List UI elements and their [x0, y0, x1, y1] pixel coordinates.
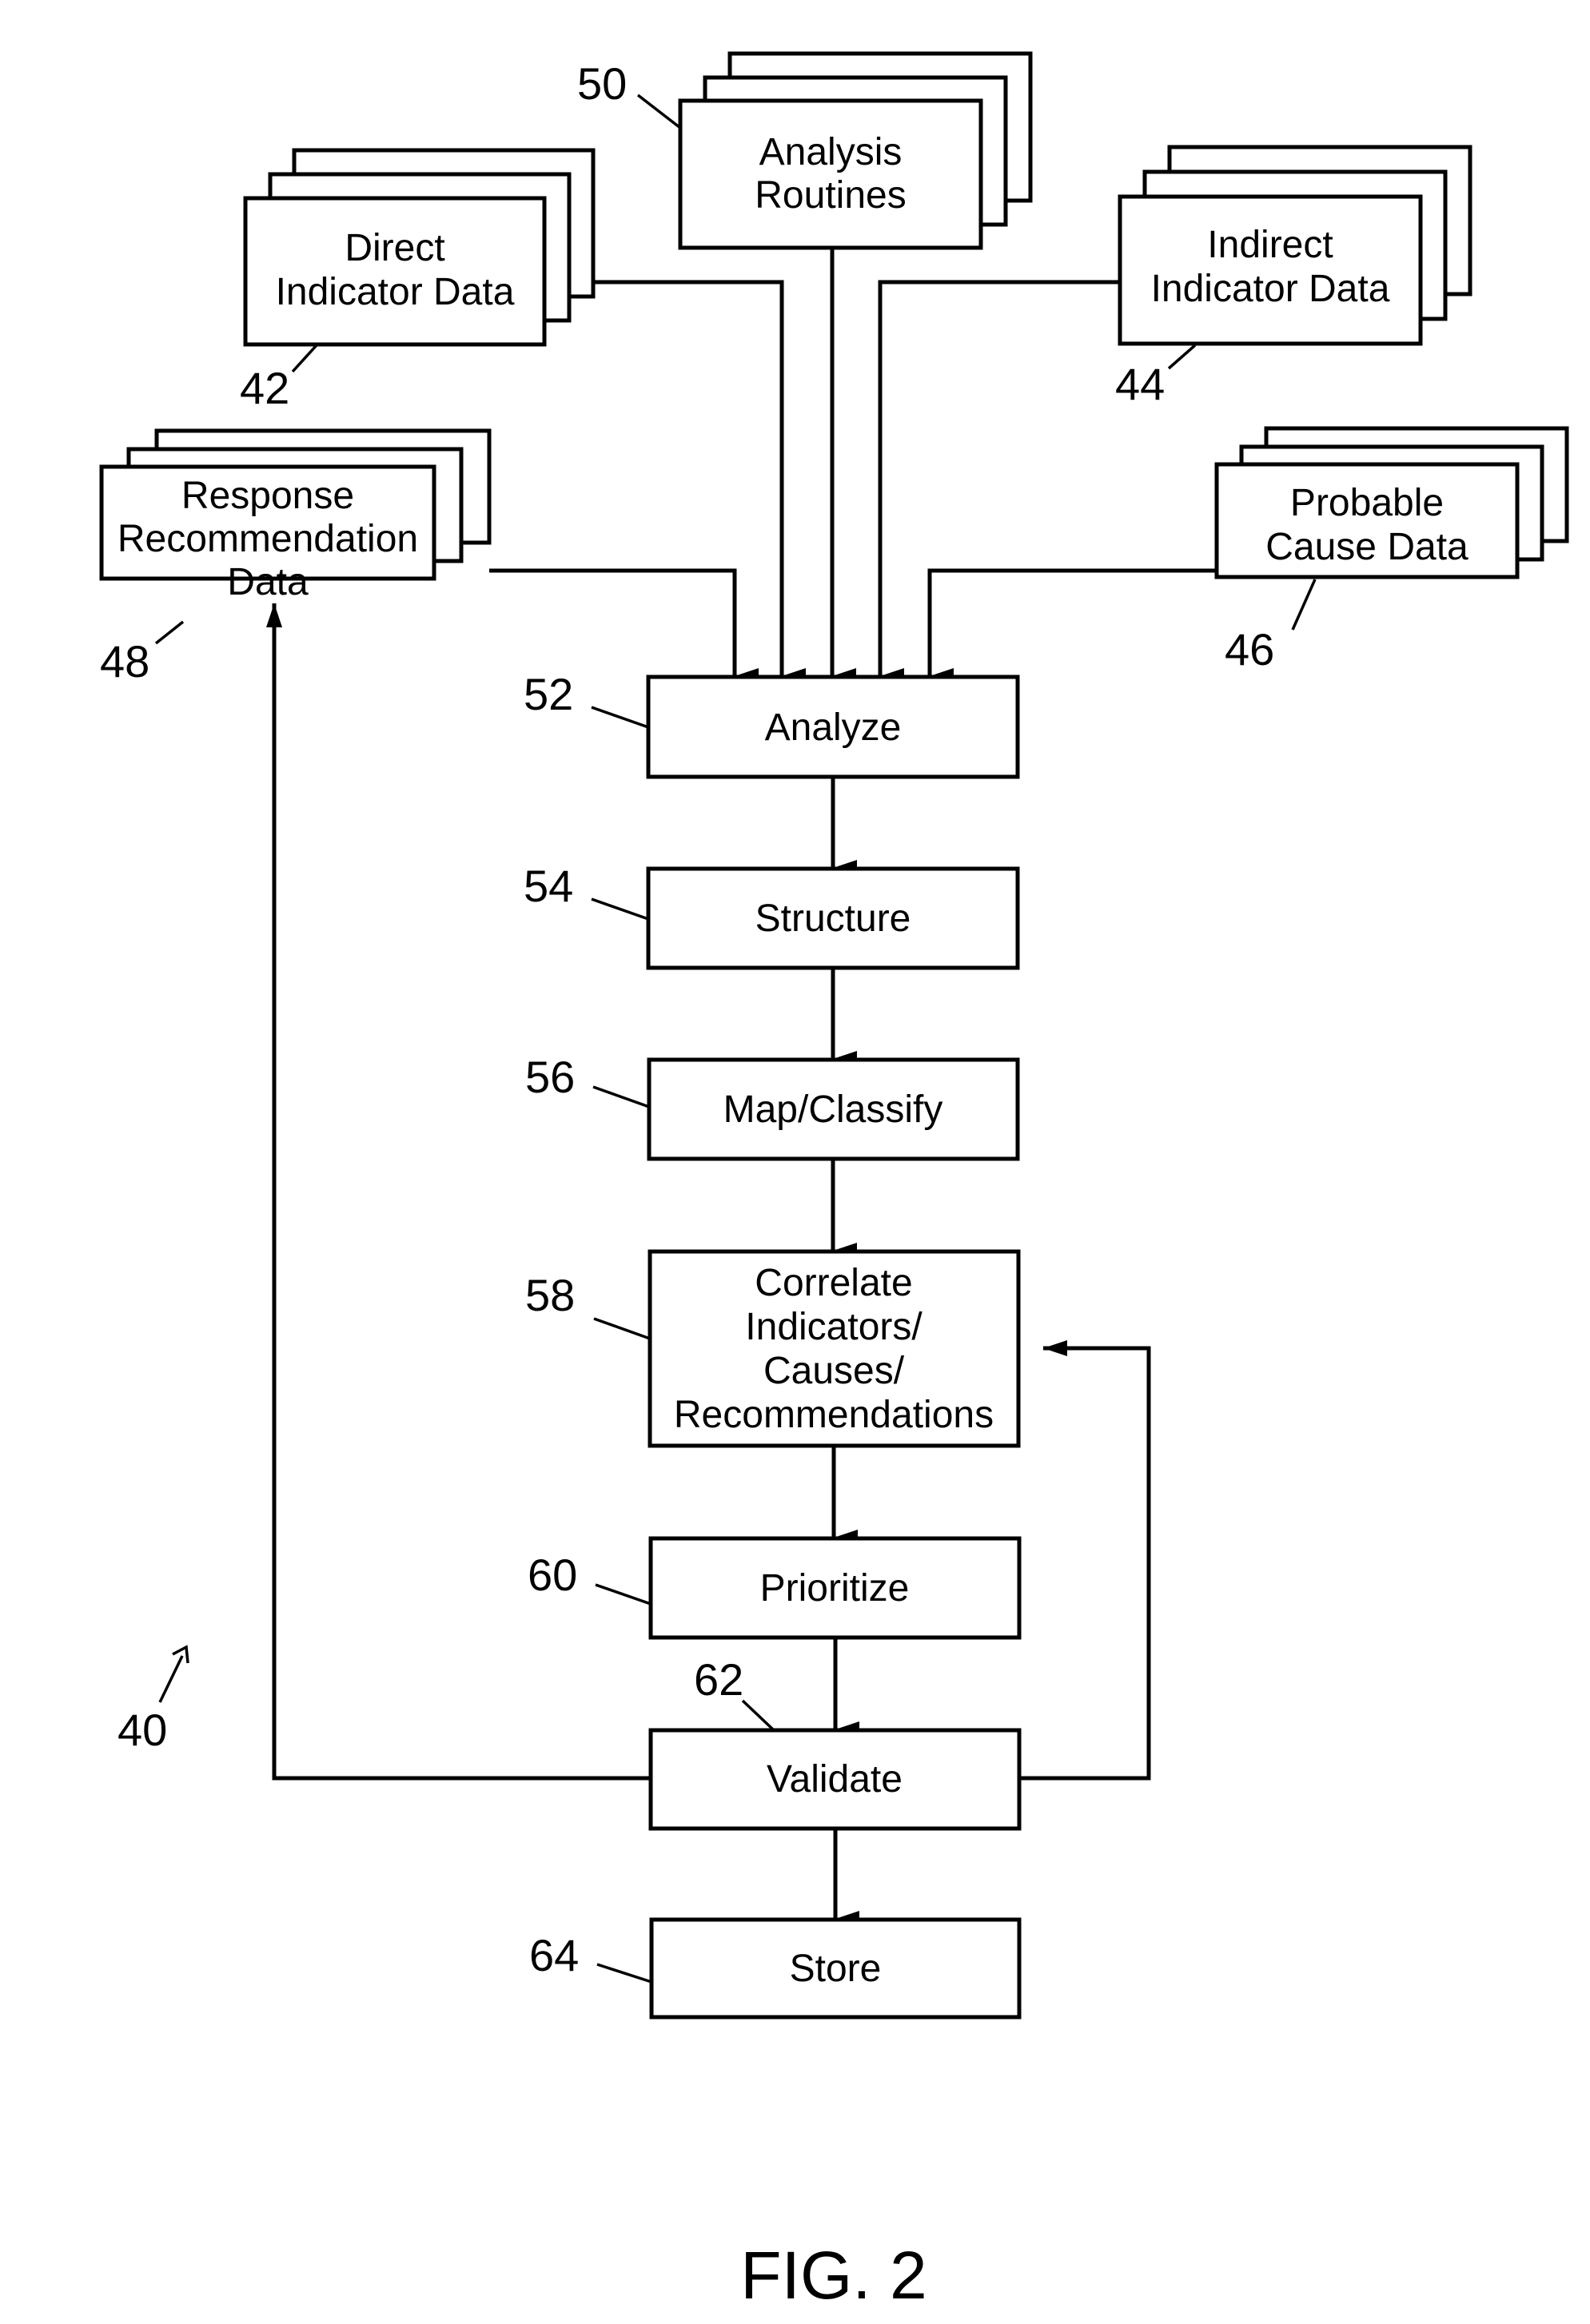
correlate-label-line-4: Recommendations: [674, 1394, 994, 1436]
response-recommendation-label-line-3: Data: [227, 561, 309, 603]
analysis-routines-stack: Analysis Routines: [678, 51, 1033, 250]
feedback-validate-to-response-data: [266, 603, 651, 1781]
step-analyze: Analyze: [646, 675, 1020, 779]
feedback-validate-to-correlate: [1019, 1340, 1151, 1781]
leader-54: [591, 897, 649, 921]
direct-indicator-label-line-1: Direct: [345, 227, 444, 269]
correlate-label-line-3: Causes/: [763, 1350, 905, 1392]
leader-48: [154, 620, 185, 645]
step-map-classify: Map/Classify: [647, 1057, 1020, 1161]
prioritize-label: Prioritize: [760, 1567, 910, 1610]
validate-label: Validate: [767, 1758, 903, 1801]
ref-label-54: 54: [524, 861, 573, 911]
indirect-indicator-data-stack: Indirect Indicator Data: [1118, 145, 1472, 346]
ref-label-50: 50: [577, 58, 627, 109]
response-recommendation-label-line-2: Recommendation: [118, 518, 418, 560]
connector-direct-to-analyze: [593, 280, 806, 684]
leader-50: [636, 94, 682, 129]
indirect-indicator-label-line-2: Indicator Data: [1151, 268, 1390, 310]
correlate-label-line-1: Correlate: [755, 1262, 912, 1304]
direct-indicator-label-line-2: Indicator Data: [276, 271, 515, 313]
response-recommendation-data-stack: Response Recommendation Data: [99, 428, 492, 603]
leader-42: [291, 344, 318, 373]
connector-indirect-to-analyze: [878, 280, 1120, 684]
probable-cause-label-line-2: Cause Data: [1265, 526, 1468, 568]
ref-label-56: 56: [525, 1052, 575, 1102]
correlate-label-line-2: Indicators/: [745, 1306, 923, 1348]
ref-label-62: 62: [694, 1654, 743, 1705]
ref-label-64: 64: [529, 1930, 579, 1980]
ref-label-40: 40: [118, 1705, 167, 1755]
indirect-indicator-label-line-1: Indirect: [1207, 224, 1333, 266]
flowchart-diagram: Analysis Routines 50 Direct Indicator Da…: [99, 51, 1569, 2313]
leader-60: [595, 1583, 652, 1606]
probable-cause-label-line-1: Probable: [1290, 482, 1444, 524]
ref-label-48: 48: [100, 636, 149, 686]
response-recommendation-label-line-1: Response: [181, 475, 354, 517]
ref-label-44: 44: [1115, 359, 1165, 409]
ref-label-46: 46: [1225, 624, 1274, 675]
structure-label: Structure: [755, 897, 911, 940]
leader-44: [1167, 344, 1197, 370]
leader-40: [158, 1655, 184, 1703]
leader-56: [592, 1085, 650, 1108]
step-structure: Structure: [646, 866, 1020, 970]
direct-indicator-data-stack: Direct Indicator Data: [243, 148, 596, 347]
leader-58: [593, 1317, 651, 1340]
figure-caption: FIG. 2: [740, 2238, 927, 2313]
leader-64: [596, 1963, 652, 1984]
probable-cause-data-stack: Probable Cause Data: [1214, 426, 1569, 579]
ref-label-52: 52: [524, 669, 573, 719]
ref-label-58: 58: [525, 1270, 575, 1320]
store-label: Store: [790, 1948, 882, 1990]
analysis-routines-label-line-1: Analysis: [759, 131, 903, 173]
leader-46: [1291, 579, 1317, 631]
ref-label-42: 42: [240, 363, 289, 413]
connector-probable-cause-to-analyze: [927, 568, 1217, 684]
ref-label-60: 60: [528, 1550, 577, 1600]
analysis-routines-label-line-2: Routines: [755, 174, 906, 217]
step-validate: Validate: [648, 1728, 1022, 1831]
connector-response-to-analyze: [489, 568, 759, 684]
step-store: Store: [649, 1917, 1022, 2020]
map-classify-label: Map/Classify: [723, 1088, 943, 1131]
leader-62: [741, 1699, 775, 1732]
leader-52: [591, 706, 649, 729]
step-prioritize: Prioritize: [648, 1536, 1022, 1640]
analyze-label: Analyze: [765, 706, 902, 749]
step-correlate: Correlate Indicators/ Causes/ Recommenda…: [648, 1249, 1021, 1448]
